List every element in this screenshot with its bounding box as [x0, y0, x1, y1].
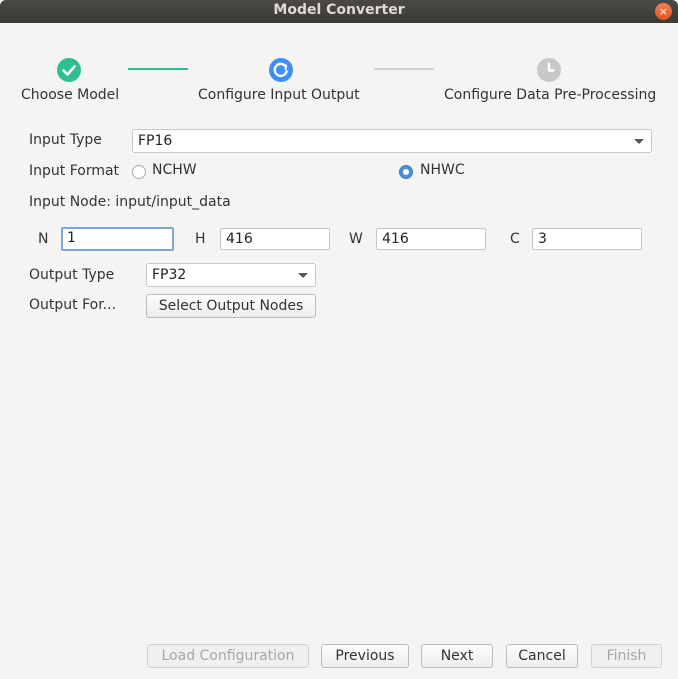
- input-format-label: Input Format: [29, 163, 120, 179]
- step-label: Configure Input Output: [198, 87, 360, 103]
- input-type-label: Input Type: [29, 132, 102, 148]
- title-bar: Model Converter ×: [0, 0, 678, 23]
- step-label: Configure Data Pre-Processing: [444, 87, 657, 103]
- close-icon[interactable]: ×: [655, 3, 672, 20]
- check-icon: [57, 58, 81, 82]
- radio-nchw-label[interactable]: NCHW: [152, 162, 197, 178]
- step-connector-pending: [374, 68, 434, 70]
- window-title: Model Converter: [273, 2, 405, 18]
- dim-c-label: C: [510, 231, 520, 247]
- radio-nhwc[interactable]: [399, 165, 413, 179]
- dim-n-label: N: [38, 231, 49, 247]
- cancel-button[interactable]: Cancel: [506, 644, 578, 668]
- dim-w-input[interactable]: 416: [376, 228, 486, 250]
- next-button[interactable]: Next: [421, 644, 493, 668]
- input-type-value: FP16: [138, 133, 173, 149]
- finish-button[interactable]: Finish: [591, 644, 662, 668]
- chevron-down-icon: [298, 273, 308, 278]
- chevron-down-icon: [634, 139, 644, 144]
- select-output-nodes-button[interactable]: Select Output Nodes: [146, 294, 316, 318]
- radio-nchw[interactable]: [132, 165, 146, 179]
- dim-h-input[interactable]: 416: [220, 228, 330, 250]
- load-configuration-button[interactable]: Load Configuration: [147, 644, 309, 668]
- previous-button[interactable]: Previous: [321, 644, 409, 668]
- output-format-label: Output For...: [29, 297, 117, 313]
- radio-nhwc-label[interactable]: NHWC: [420, 162, 465, 178]
- step-connector-done: [128, 68, 188, 70]
- output-type-value: FP32: [152, 267, 187, 283]
- model-converter-window: Model Converter × Choose Model Configure…: [0, 0, 678, 679]
- output-type-select[interactable]: FP32: [146, 263, 316, 287]
- dim-w-label: W: [349, 231, 363, 247]
- dim-n-input[interactable]: 1: [61, 227, 174, 251]
- dim-h-label: H: [195, 231, 206, 247]
- input-type-select[interactable]: FP16: [132, 129, 652, 153]
- output-type-label: Output Type: [29, 267, 115, 283]
- clock-icon: [537, 58, 561, 82]
- refresh-icon: [269, 58, 293, 82]
- step-label: Choose Model: [21, 87, 120, 103]
- input-node-text: Input Node: input/input_data: [29, 194, 231, 210]
- dim-c-input[interactable]: 3: [532, 228, 642, 250]
